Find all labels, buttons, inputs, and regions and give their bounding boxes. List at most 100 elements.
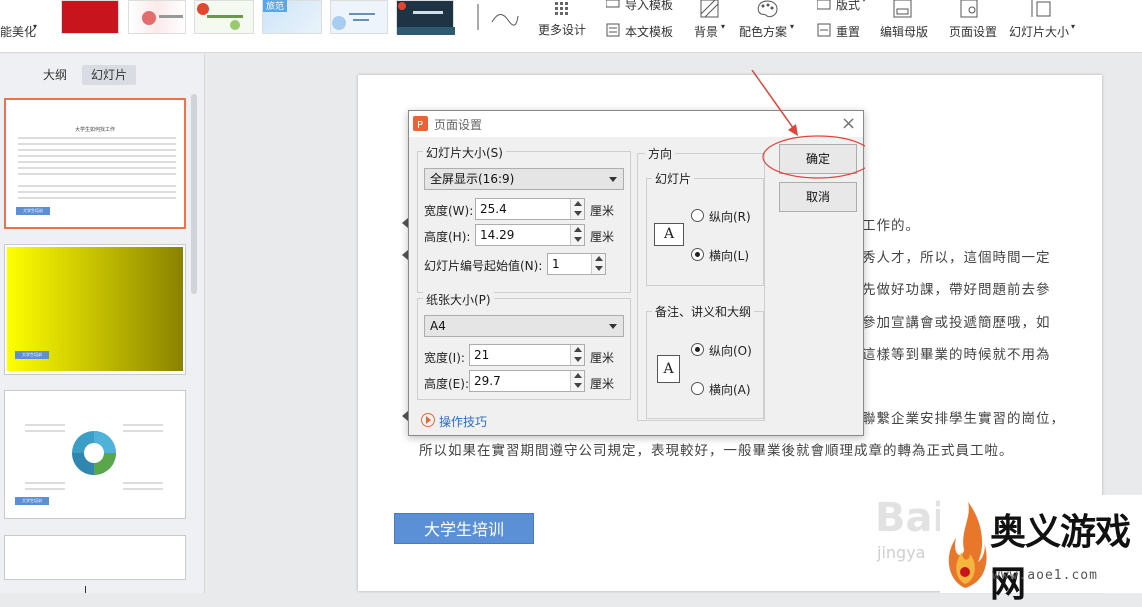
portrait-page-icon: A <box>657 355 680 383</box>
svg-text:P: P <box>417 120 423 131</box>
template-thumb-6[interactable] <box>396 0 455 35</box>
text-template-icon <box>606 23 620 37</box>
annotation-arrowhead <box>788 124 798 136</box>
chevron-down-icon[interactable]: ▾ <box>1071 22 1075 31</box>
paper-height-unit: 厘米 <box>590 377 615 391</box>
slides-orientation-label: 幻灯片 <box>652 170 695 187</box>
slide-thumb-3[interactable]: 大学生培训 <box>4 390 186 519</box>
landscape-l-label: 横向(L) <box>709 249 750 263</box>
play-tips-icon[interactable] <box>421 413 435 427</box>
paper-height-input[interactable]: 29.7 <box>469 370 585 392</box>
chevron-down-icon[interactable]: ▾ <box>721 22 725 31</box>
cancel-button[interactable]: 取消 <box>779 182 857 212</box>
orientation-label: 方向 <box>645 145 676 162</box>
edit-master-button[interactable]: 编辑母版 <box>880 23 928 40</box>
tab-outline[interactable]: 大纲 <box>34 65 76 85</box>
template-thumb-2[interactable] <box>128 0 186 34</box>
page-setup-icon <box>960 0 978 18</box>
page-setup-button[interactable]: 页面设置 <box>949 23 997 40</box>
start-number-label: 幻灯片编号起始值(N): <box>424 259 543 273</box>
slide-size-icon <box>1031 0 1051 17</box>
annotation-overlay <box>751 70 865 179</box>
bubble-icon <box>332 13 375 30</box>
slide-size-select[interactable]: 全屏显示(16:9) <box>424 168 624 190</box>
spinner-arrows-icon[interactable] <box>570 199 584 219</box>
slide-size-button[interactable]: 幻灯片大小 <box>1009 23 1069 40</box>
slide-size-select-value: 全屏显示(16:9) <box>430 172 515 186</box>
panel-scrollbar[interactable] <box>191 94 197 294</box>
paper-size-select-value: A4 <box>430 319 446 333</box>
layout-icon <box>817 0 831 10</box>
insert-marker <box>85 586 86 593</box>
flame-logo-icon <box>948 502 987 588</box>
spinner-arrows-icon[interactable] <box>591 254 605 274</box>
height-label: 高度(H): <box>424 230 471 244</box>
watermark-text: Bai <box>875 495 947 541</box>
spinner-arrows-icon[interactable] <box>570 225 584 245</box>
template-thumb-5[interactable] <box>330 0 388 34</box>
slide-text-line: 參加宣講會或投遞簡歷哦，如 <box>862 315 1051 331</box>
tab-slides[interactable]: 幻灯片 <box>82 65 137 85</box>
tips-link[interactable]: 操作技巧 <box>439 413 487 430</box>
palette-icon <box>757 0 778 18</box>
layout-button[interactable]: 版式 <box>836 0 860 13</box>
width-unit: 厘米 <box>590 204 615 218</box>
paper-width-input[interactable]: 21 <box>469 344 585 366</box>
height-input[interactable]: 14.29 <box>475 224 585 246</box>
notes-orientation-label: 备注、讲义和大纲 <box>652 303 755 320</box>
slide-thumb-2[interactable]: 大学生培训 <box>4 244 186 375</box>
beautify-button[interactable]: 能美化 <box>0 23 36 40</box>
slide-thumb-1[interactable]: 大学生如何找工作 大学生培训 <box>4 98 186 229</box>
reset-button[interactable]: 重置 <box>836 23 860 40</box>
import-template-button[interactable]: 导入模板 <box>625 0 673 13</box>
spinner-arrows-icon[interactable] <box>570 371 584 391</box>
landscape-l-radio[interactable] <box>691 248 704 261</box>
dropdown-arrow-icon <box>609 177 617 182</box>
annotation-arrow-line <box>751 70 797 133</box>
chevron-down-icon[interactable]: ▾ <box>862 0 866 4</box>
text-template-button[interactable]: 本文模板 <box>625 23 673 40</box>
width-input[interactable]: 25.4 <box>475 198 585 220</box>
paper-width-value: 21 <box>474 348 490 362</box>
template-thumb-4[interactable]: 旅范 <box>262 0 322 34</box>
paper-width-label: 宽度(I): <box>424 351 465 365</box>
template-thumb-3[interactable] <box>194 0 254 34</box>
thumb-button: 大学生培训 <box>15 497 49 505</box>
landscape-a-radio[interactable] <box>691 382 704 395</box>
paper-size-select[interactable]: A4 <box>424 315 624 337</box>
training-button[interactable]: 大学生培训 <box>394 513 534 544</box>
slide-panel: 大纲 幻灯片 大学生如何找工作 大学生培训 大学生培训 大学生培训 <box>0 54 205 593</box>
background-button[interactable]: 背景 <box>694 23 718 40</box>
more-design-button[interactable]: 更多设计 <box>538 21 586 38</box>
slide-thumb-title: 大学生如何找工作 <box>74 127 115 133</box>
color-scheme-button[interactable]: 配色方案 <box>739 23 787 40</box>
chevron-down-icon[interactable]: ▾ <box>33 22 37 31</box>
chevron-down-icon[interactable]: ▾ <box>790 22 794 31</box>
leaf-icon <box>197 3 243 30</box>
grid-icon <box>555 2 568 15</box>
portrait-o-radio[interactable] <box>691 343 704 356</box>
wps-presentation-icon: P <box>413 116 428 131</box>
thumb-button: 大学生培训 <box>15 351 49 359</box>
slide-text-line: 聯繫企業安排學生實習的崗位， <box>862 411 1065 427</box>
annotation-ellipse <box>762 135 865 179</box>
start-number-input[interactable]: 1 <box>547 253 606 275</box>
portrait-o-label: 纵向(O) <box>709 344 752 358</box>
landscape-page-icon: A <box>654 223 684 246</box>
template-badge: 旅范 <box>263 0 288 12</box>
site-name: 奥义游戏网 <box>990 511 1131 605</box>
background-icon <box>700 0 719 18</box>
spinner-arrows-icon[interactable] <box>570 345 584 365</box>
ocean-icon <box>397 2 455 35</box>
width-value: 25.4 <box>480 202 507 216</box>
paper-size-group-label: 纸张大小(P) <box>423 291 494 308</box>
slide-thumb-4[interactable] <box>4 535 186 580</box>
thumb-button: 大学生培训 <box>16 207 50 215</box>
portrait-r-radio[interactable] <box>691 209 704 222</box>
template-thumb-1[interactable] <box>61 0 119 34</box>
thumb-text-lines <box>18 137 176 199</box>
height-unit: 厘米 <box>590 230 615 244</box>
slide-text-line: 秀人才，所以，這個時間一定 <box>862 250 1051 266</box>
landscape-a-label: 横向(A) <box>709 383 751 397</box>
height-value: 14.29 <box>480 228 515 242</box>
